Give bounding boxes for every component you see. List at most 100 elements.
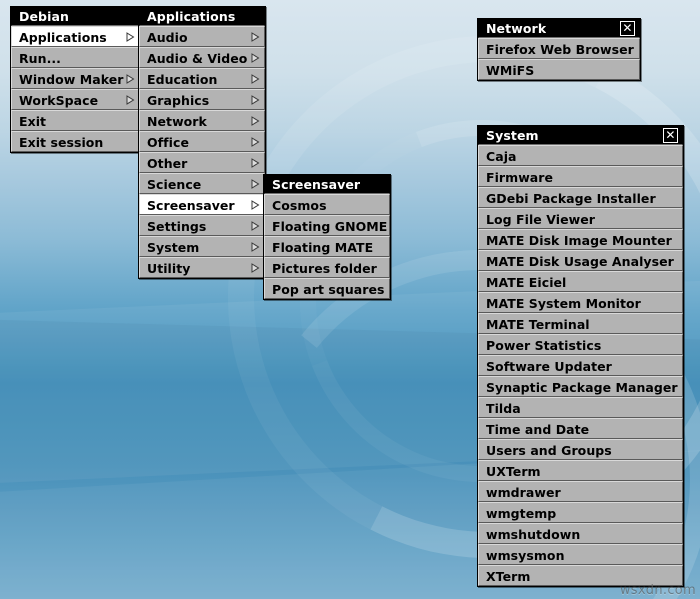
menu-title-network: Network ✕: [478, 19, 640, 38]
menu-item-label: Other: [147, 156, 188, 171]
menu-item-run[interactable]: Run...: [11, 47, 140, 68]
menu-title-label: Network: [486, 21, 547, 36]
menu-item-power-statistics[interactable]: Power Statistics: [478, 334, 683, 355]
menu-item-education[interactable]: Education: [139, 68, 265, 89]
menu-item-office[interactable]: Office: [139, 131, 265, 152]
menu-item-mate-system-monitor[interactable]: MATE System Monitor: [478, 292, 683, 313]
menu-item-floating-mate[interactable]: Floating MATE: [264, 236, 390, 257]
menu-item-exit-session[interactable]: Exit session: [11, 131, 140, 152]
menu-item-mate-eiciel[interactable]: MATE Eiciel: [478, 271, 683, 292]
menu-item-audio-video[interactable]: Audio & Video: [139, 47, 265, 68]
menu-item-exit[interactable]: Exit: [11, 110, 140, 131]
menu-item-label: Office: [147, 135, 189, 150]
menu-item-audio[interactable]: Audio: [139, 26, 265, 47]
menu-item-label: Screensaver: [147, 198, 235, 213]
menu-title-label: Debian: [19, 9, 70, 24]
menu-item-label: Applications: [19, 30, 107, 45]
menu-item-label: wmsysmon: [486, 548, 565, 563]
menu-items-network: Firefox Web Browser WMiFS: [478, 38, 640, 80]
menu-item-time-and-date[interactable]: Time and Date: [478, 418, 683, 439]
menu-item-pop-art-squares[interactable]: Pop art squares: [264, 278, 390, 299]
menu-item-label: wmshutdown: [486, 527, 581, 542]
menu-item-graphics[interactable]: Graphics: [139, 89, 265, 110]
menu-item-label: System: [147, 240, 200, 255]
menu-items-applications: Audio Audio & Video Education Graphics Netwo…: [139, 26, 265, 278]
menu-item-applications[interactable]: Applications: [11, 26, 140, 47]
submenu-arrow-icon: [251, 199, 260, 210]
menu-item-pictures-folder[interactable]: Pictures folder: [264, 257, 390, 278]
menu-items-screensaver: Cosmos Floating GNOME Floating MATE Picture…: [264, 194, 390, 299]
menu-item-firefox-web-browser[interactable]: Firefox Web Browser: [478, 38, 640, 59]
close-icon[interactable]: ✕: [620, 21, 635, 36]
menu-item-science[interactable]: Science: [139, 173, 265, 194]
menu-title-label: Screensaver: [272, 177, 361, 192]
menu-item-wmifs[interactable]: WMiFS: [478, 59, 640, 80]
menu-item-label: UXTerm: [486, 464, 541, 479]
submenu-arrow-icon: [251, 52, 260, 63]
menu-item-label: XTerm: [486, 569, 531, 584]
menu-item-label: Exit session: [19, 135, 104, 150]
submenu-arrow-icon: [251, 178, 260, 189]
menu-item-log-file-viewer[interactable]: Log File Viewer: [478, 208, 683, 229]
menu-item-floating-gnome[interactable]: Floating GNOME: [264, 215, 390, 236]
menu-item-gdebi-package-installer[interactable]: GDebi Package Installer: [478, 187, 683, 208]
close-icon[interactable]: ✕: [663, 128, 678, 143]
menu-item-label: Firmware: [486, 170, 554, 185]
menu-item-label: Log File Viewer: [486, 212, 595, 227]
desktop-root: Debian Applications Run... Window Maker Wor…: [0, 0, 700, 599]
menu-applications: Applications Audio Audio & Video Education…: [138, 6, 266, 279]
menu-item-wmdrawer[interactable]: wmdrawer: [478, 481, 683, 502]
menu-item-utility[interactable]: Utility: [139, 257, 265, 278]
menu-system: System ✕ Caja Firmware GDebi Package Insta…: [477, 125, 684, 587]
menu-item-label: Science: [147, 177, 202, 192]
menu-item-settings[interactable]: Settings: [139, 215, 265, 236]
menu-item-mate-terminal[interactable]: MATE Terminal: [478, 313, 683, 334]
menu-item-other[interactable]: Other: [139, 152, 265, 173]
menu-screensaver: Screensaver Cosmos Floating GNOME Floating…: [263, 174, 391, 300]
menu-item-label: Run...: [19, 51, 61, 66]
menu-item-label: Network: [147, 114, 207, 129]
menu-item-mate-disk-usage-analyser[interactable]: MATE Disk Usage Analyser: [478, 250, 683, 271]
menu-items-debian: Applications Run... Window Maker WorkSpace E…: [11, 26, 140, 152]
menu-item-label: Synaptic Package Manager: [486, 380, 678, 395]
menu-item-wmsysmon[interactable]: wmsysmon: [478, 544, 683, 565]
menu-item-tilda[interactable]: Tilda: [478, 397, 683, 418]
menu-item-label: wmgtemp: [486, 506, 557, 521]
menu-item-caja[interactable]: Caja: [478, 145, 683, 166]
menu-item-label: Firefox Web Browser: [486, 42, 634, 57]
menu-item-network[interactable]: Network: [139, 110, 265, 131]
menu-item-label: Audio: [147, 30, 188, 45]
menu-item-workspace[interactable]: WorkSpace: [11, 89, 140, 110]
menu-item-wmgtemp[interactable]: wmgtemp: [478, 502, 683, 523]
menu-item-mate-disk-image-mounter[interactable]: MATE Disk Image Mounter: [478, 229, 683, 250]
submenu-arrow-icon: [126, 73, 135, 84]
menu-item-software-updater[interactable]: Software Updater: [478, 355, 683, 376]
submenu-arrow-icon: [251, 115, 260, 126]
menu-item-window-maker[interactable]: Window Maker: [11, 68, 140, 89]
menu-item-label: MATE Disk Image Mounter: [486, 233, 672, 248]
menu-item-label: Pictures folder: [272, 261, 377, 276]
menu-items-system: Caja Firmware GDebi Package Installer Log F…: [478, 145, 683, 586]
submenu-arrow-icon: [251, 220, 260, 231]
menu-item-label: Exit: [19, 114, 47, 129]
menu-title-screensaver: Screensaver: [264, 175, 390, 194]
menu-item-screensaver[interactable]: Screensaver: [139, 194, 265, 215]
menu-item-label: Caja: [486, 149, 517, 164]
menu-item-uxterm[interactable]: UXTerm: [478, 460, 683, 481]
submenu-arrow-icon: [126, 94, 135, 105]
menu-title-debian: Debian: [11, 7, 140, 26]
menu-item-system[interactable]: System: [139, 236, 265, 257]
menu-item-cosmos[interactable]: Cosmos: [264, 194, 390, 215]
menu-item-users-and-groups[interactable]: Users and Groups: [478, 439, 683, 460]
menu-item-synaptic-package-manager[interactable]: Synaptic Package Manager: [478, 376, 683, 397]
menu-item-label: Time and Date: [486, 422, 590, 437]
menu-item-label: Power Statistics: [486, 338, 602, 353]
menu-item-label: MATE Disk Usage Analyser: [486, 254, 674, 269]
menu-item-label: Graphics: [147, 93, 210, 108]
menu-item-firmware[interactable]: Firmware: [478, 166, 683, 187]
menu-item-label: Audio & Video: [147, 51, 248, 66]
submenu-arrow-icon: [251, 241, 260, 252]
menu-item-wmshutdown[interactable]: wmshutdown: [478, 523, 683, 544]
menu-item-label: MATE System Monitor: [486, 296, 641, 311]
submenu-arrow-icon: [251, 73, 260, 84]
